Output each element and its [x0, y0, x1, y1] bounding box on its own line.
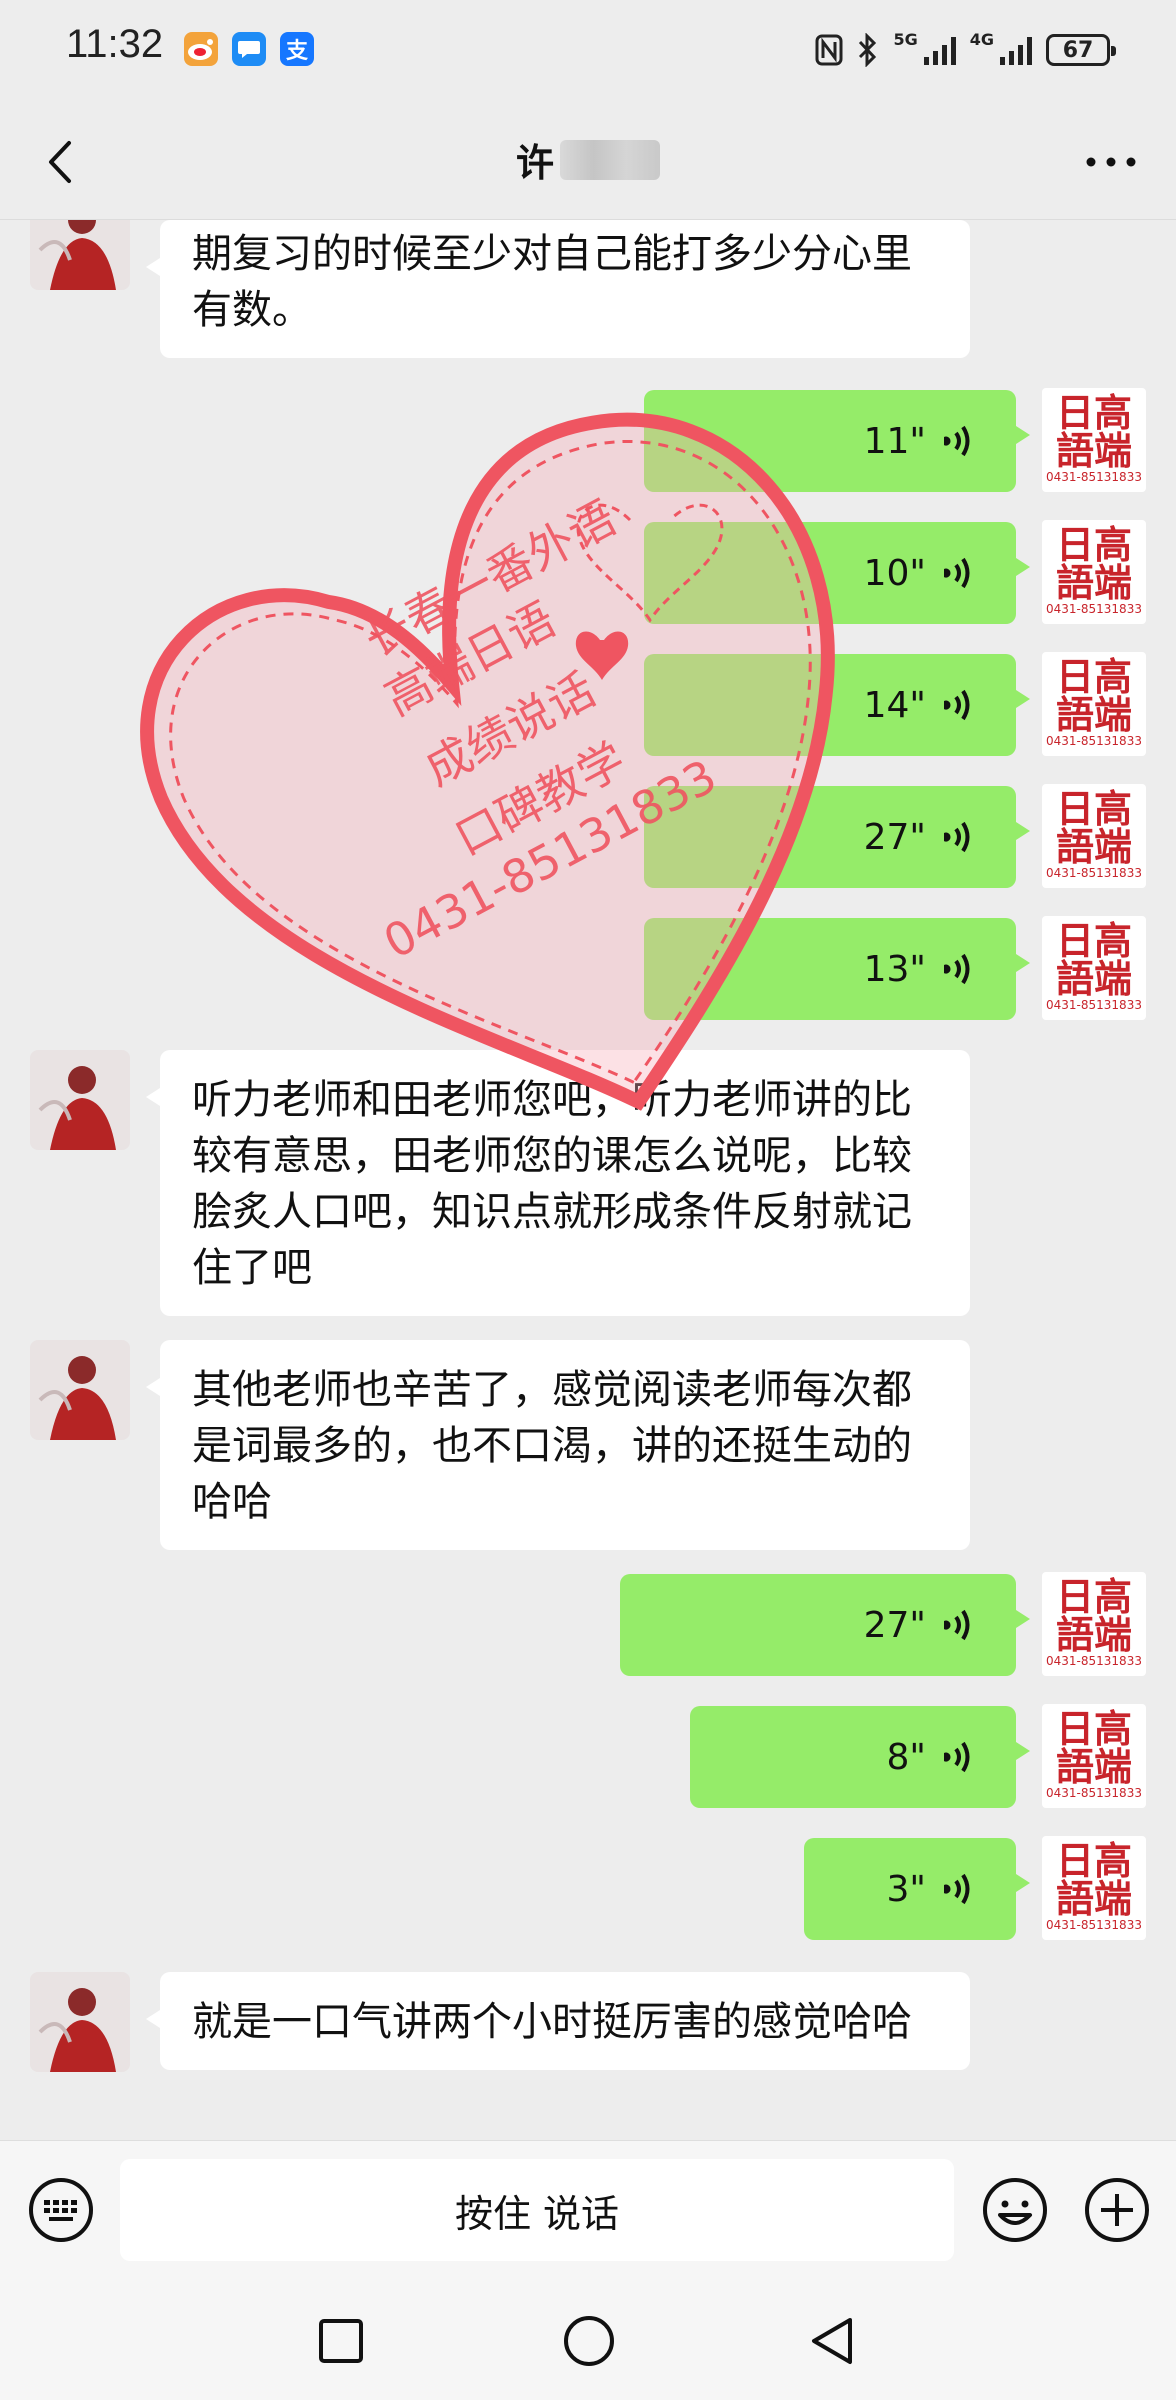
more-button[interactable] [1076, 132, 1146, 192]
contact-avatar[interactable] [30, 220, 130, 290]
voice-wave-icon [944, 1873, 970, 1905]
avatar-logo: 日高 語端 [1055, 523, 1132, 605]
triangle-back-icon [812, 2318, 852, 2364]
avatar-phone: 0431-85131833 [1046, 1654, 1142, 1668]
more-actions-button[interactable] [1082, 2175, 1152, 2245]
square-icon [319, 2319, 363, 2363]
contact-name-blurred [560, 139, 660, 180]
voice-duration: 13" [863, 948, 926, 990]
input-bar: 按住 说话 [0, 2140, 1176, 2276]
chat-title: 许 [0, 132, 1176, 187]
self-avatar[interactable]: 日高 語端 0431-85131833 [1042, 520, 1146, 624]
voice-message[interactable]: 14" [644, 654, 1030, 756]
voice-message[interactable]: 27" [644, 786, 1030, 888]
avatar-logo: 日高 語端 [1055, 1707, 1132, 1789]
plus-icon [1085, 2178, 1149, 2242]
voice-wave-icon [944, 689, 970, 721]
voice-wave-icon [944, 953, 970, 985]
hold-to-talk-button[interactable]: 按住 说话 [120, 2159, 954, 2261]
voice-wave-icon [944, 821, 970, 853]
voice-duration: 8" [886, 1736, 926, 1778]
signal-5g-icon [923, 35, 956, 65]
voice-duration: 3" [886, 1868, 926, 1910]
voice-wave-icon [944, 557, 970, 589]
back-nav-button[interactable] [798, 2306, 868, 2376]
circle-icon [564, 2316, 614, 2366]
battery-level: 67 [1062, 37, 1094, 63]
avatar-logo: 日高 語端 [1055, 1575, 1132, 1657]
system-navigation-bar [0, 2276, 1176, 2400]
network-4g-label: 4G [969, 30, 994, 49]
status-bar: 11:32 支 5G 4G 67 [0, 0, 1176, 100]
message-text: 听力老师和田老师您吧，听力老师讲的比较有意思，田老师您的课怎么说呢，比较脍炙人口… [192, 1077, 912, 1291]
chat-header: 许 [0, 100, 1176, 220]
voice-wave-icon [944, 425, 970, 457]
self-avatar[interactable]: 日高 語端 0431-85131833 [1042, 652, 1146, 756]
self-avatar[interactable]: 日高 語端 0431-85131833 [1042, 1836, 1146, 1940]
emoji-icon [983, 2178, 1047, 2242]
message-bubble[interactable]: 期复习的时候至少对自己能打多少分心里有数。 [146, 220, 970, 358]
message-text: 其他老师也辛苦了，感觉阅读老师每次都是词最多的，也不口渴，讲的还挺生动的哈哈 [192, 1367, 912, 1525]
keyboard-icon [29, 2178, 93, 2242]
contact-name: 许 [515, 141, 554, 185]
voice-message[interactable]: 3" [804, 1838, 1030, 1940]
voice-duration: 11" [863, 420, 926, 462]
battery-icon: 67 [1046, 34, 1116, 66]
voice-duration: 14" [863, 684, 926, 726]
avatar-logo: 日高 語端 [1055, 655, 1132, 737]
avatar-logo: 日高 語端 [1055, 391, 1132, 473]
network-5g-label: 5G [893, 30, 918, 49]
status-time: 11:32 [66, 22, 164, 66]
avatar-phone: 0431-85131833 [1046, 734, 1142, 748]
avatar-phone: 0431-85131833 [1046, 1918, 1142, 1932]
voice-message[interactable]: 11" [644, 390, 1030, 492]
voice-duration: 10" [863, 552, 926, 594]
status-indicators: 5G 4G 67 [815, 30, 1116, 70]
message-bubble[interactable]: 听力老师和田老师您吧，听力老师讲的比较有意思，田老师您的课怎么说呢，比较脍炙人口… [146, 1050, 970, 1316]
watermark-line: 长春一番外语 [355, 490, 625, 668]
chat-messages[interactable]: 期复习的时候至少对自己能打多少分心里有数。 11" 日高 語端 0431-8513… [0, 220, 1176, 2140]
message-bubble[interactable]: 就是一口气讲两个小时挺厉害的感觉哈哈 [146, 1972, 970, 2070]
voice-duration: 27" [863, 816, 926, 858]
alipay-icon: 支 [280, 32, 314, 66]
avatar-phone: 0431-85131833 [1046, 470, 1142, 484]
more-dots-icon [1086, 157, 1136, 167]
self-avatar[interactable]: 日高 語端 0431-85131833 [1042, 388, 1146, 492]
avatar-logo: 日高 語端 [1055, 1839, 1132, 1921]
message-bubble[interactable]: 其他老师也辛苦了，感觉阅读老师每次都是词最多的，也不口渴，讲的还挺生动的哈哈 [146, 1340, 970, 1550]
voice-message[interactable]: 8" [690, 1706, 1030, 1808]
voice-message[interactable]: 27" [620, 1574, 1030, 1676]
avatar-phone: 0431-85131833 [1046, 866, 1142, 880]
signal-4g-icon [1000, 35, 1032, 65]
nfc-icon [815, 34, 843, 66]
emoji-button[interactable] [980, 2175, 1050, 2245]
keyboard-toggle-button[interactable] [26, 2175, 96, 2245]
avatar-phone: 0431-85131833 [1046, 1786, 1142, 1800]
bluetooth-icon [859, 33, 877, 67]
self-avatar[interactable]: 日高 語端 0431-85131833 [1042, 784, 1146, 888]
self-avatar[interactable]: 日高 語端 0431-85131833 [1042, 1704, 1146, 1808]
message-text: 期复习的时候至少对自己能打多少分心里有数。 [192, 231, 912, 333]
self-avatar[interactable]: 日高 語端 0431-85131833 [1042, 1572, 1146, 1676]
contact-avatar[interactable] [30, 1340, 130, 1440]
message-icon [232, 32, 266, 66]
weibo-icon [184, 32, 218, 66]
voice-duration: 27" [863, 1604, 926, 1646]
self-avatar[interactable]: 日高 語端 0431-85131833 [1042, 916, 1146, 1020]
avatar-phone: 0431-85131833 [1046, 998, 1142, 1012]
voice-message[interactable]: 10" [644, 522, 1030, 624]
avatar-phone: 0431-85131833 [1046, 602, 1142, 616]
watermark-line: 高端日语 [376, 591, 564, 727]
avatar-logo: 日高 語端 [1055, 787, 1132, 869]
message-text: 就是一口气讲两个小时挺厉害的感觉哈哈 [192, 1999, 912, 2045]
contact-avatar[interactable] [30, 1972, 130, 2072]
contact-avatar[interactable] [30, 1050, 130, 1150]
voice-message[interactable]: 13" [644, 918, 1030, 1020]
avatar-logo: 日高 語端 [1055, 919, 1132, 1001]
voice-wave-icon [944, 1741, 970, 1773]
recent-apps-button[interactable] [306, 2306, 376, 2376]
home-button[interactable] [554, 2306, 624, 2376]
voice-wave-icon [944, 1609, 970, 1641]
